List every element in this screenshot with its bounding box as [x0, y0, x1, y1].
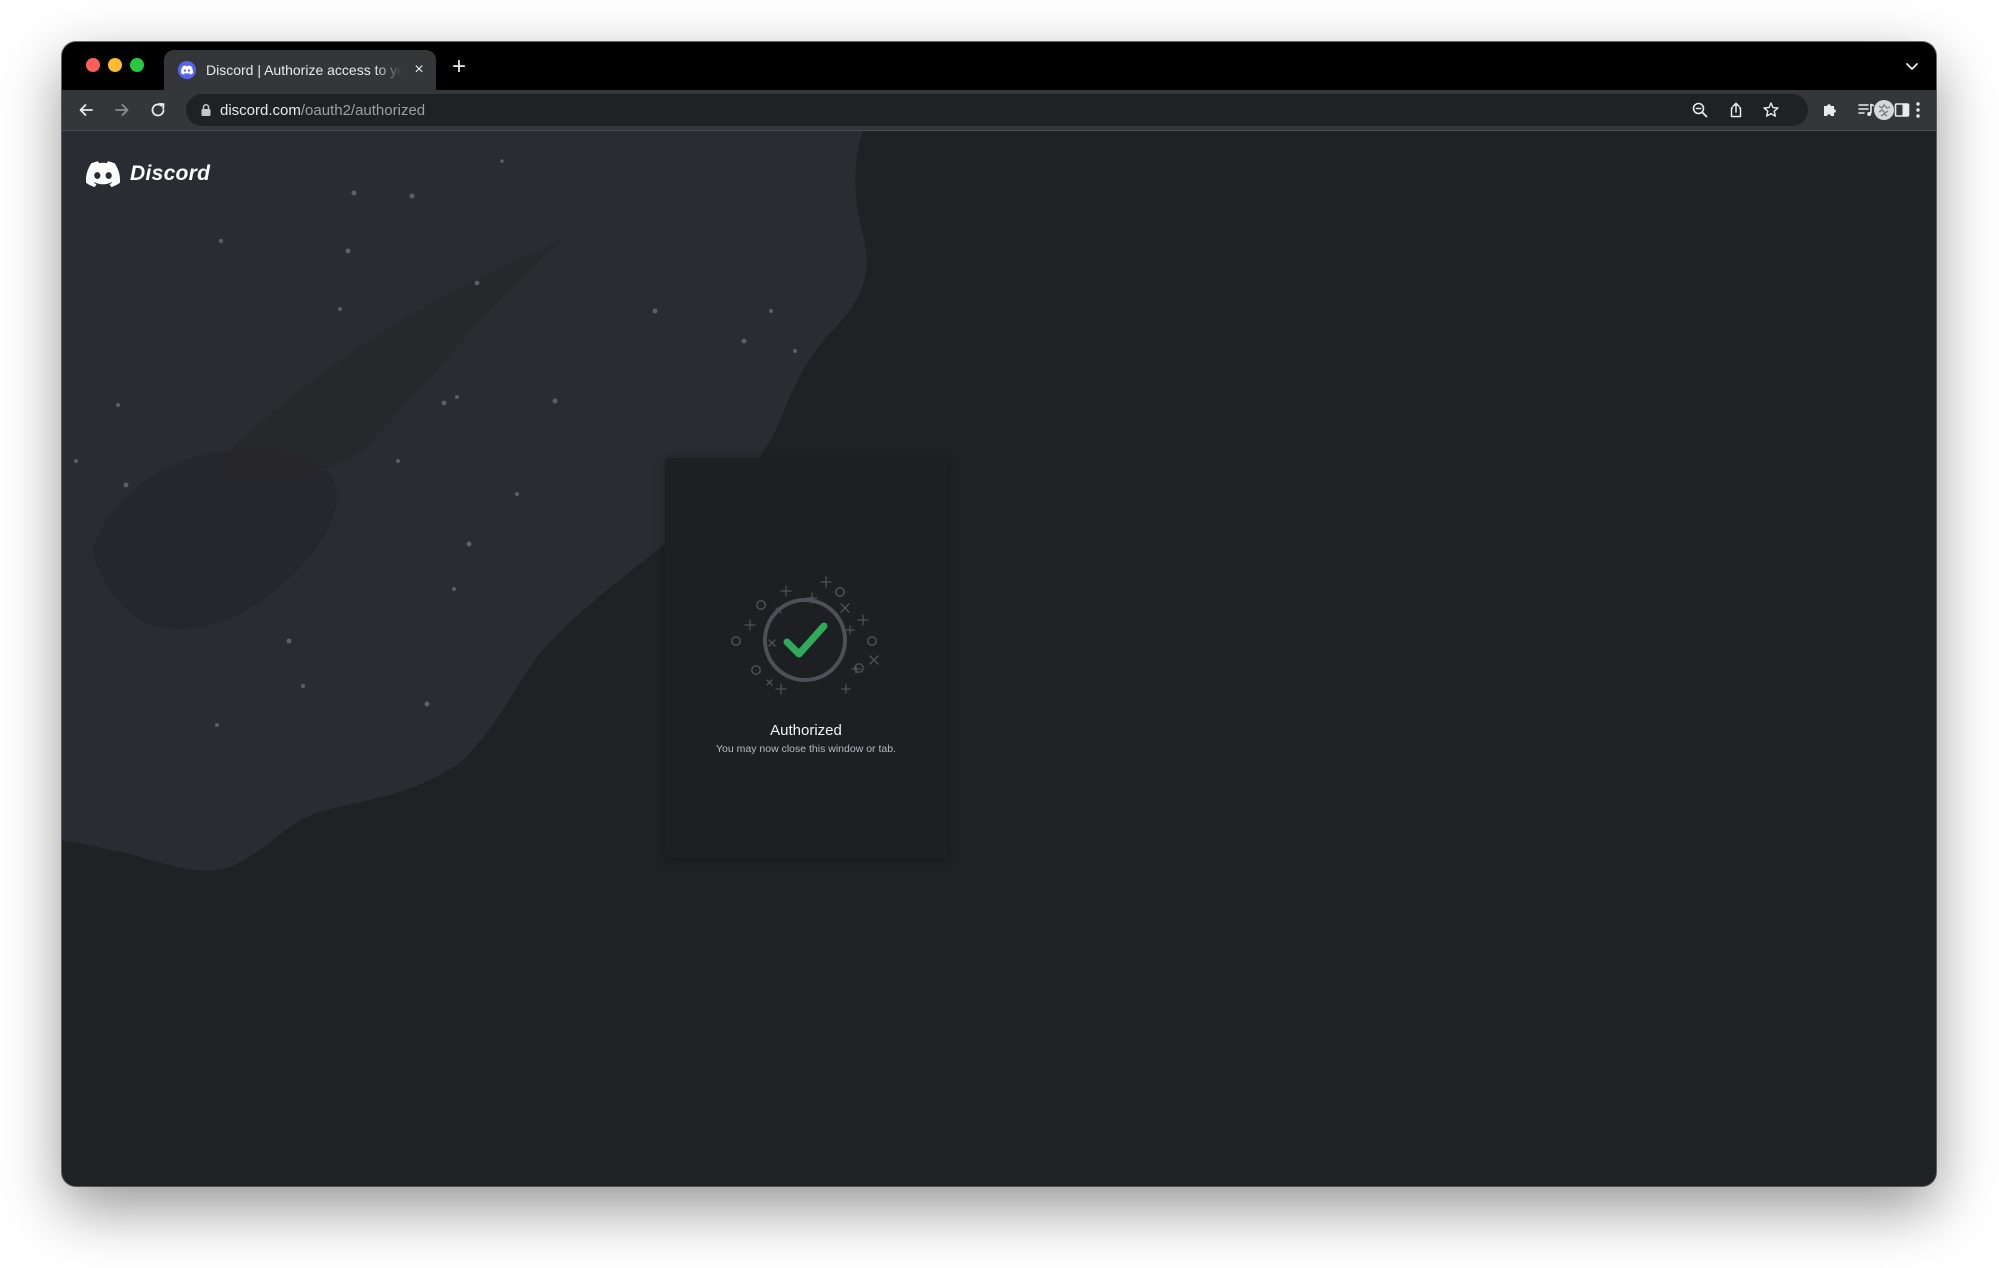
forward-arrow-icon[interactable]	[110, 98, 134, 122]
tab-title: Discord | Authorize access to your accou…	[206, 62, 402, 78]
back-arrow-icon[interactable]	[74, 98, 98, 122]
authorized-subtitle: You may now close this window or tab.	[716, 743, 896, 755]
new-tab-button[interactable]: +	[447, 55, 471, 80]
url-path: /oauth2/authorized	[300, 102, 426, 119]
reload-icon[interactable]	[146, 98, 170, 122]
url-host: discord.com	[220, 102, 301, 119]
checkmark-icon	[783, 622, 828, 658]
discord-brand[interactable]: Discord	[86, 161, 210, 187]
extensions-puzzle-icon[interactable]	[1818, 98, 1842, 122]
tab-search-chevron-icon[interactable]	[1904, 60, 1920, 74]
address-url[interactable]: discord.com/oauth2/authorized	[220, 102, 425, 119]
close-window-button[interactable]	[86, 58, 100, 72]
share-icon[interactable]	[1726, 100, 1746, 120]
discord-clyde-icon	[86, 161, 120, 187]
close-tab-icon[interactable]: ×	[410, 61, 428, 79]
tab-strip: Discord | Authorize access to your accou…	[62, 42, 1936, 90]
zoom-window-button[interactable]	[130, 58, 144, 72]
authorized-title: Authorized	[770, 722, 842, 739]
browser-toolbar: discord.com/oauth2/authorized	[62, 90, 1936, 131]
browser-window: Discord | Authorize access to your accou…	[62, 42, 1936, 1186]
address-bar[interactable]: discord.com/oauth2/authorized	[186, 94, 1808, 126]
background-artwork	[62, 131, 867, 871]
discord-icon	[178, 61, 196, 79]
lock-icon[interactable]	[200, 103, 212, 117]
brand-name: Discord	[130, 162, 211, 185]
success-illustration	[731, 576, 879, 695]
bookmark-star-icon[interactable]	[1761, 100, 1781, 120]
profile-avatar-icon[interactable]	[1872, 98, 1896, 122]
zoom-icon[interactable]	[1690, 100, 1710, 120]
minimize-window-button[interactable]	[108, 58, 122, 72]
browser-tab-active[interactable]: Discord | Authorize access to your accou…	[164, 50, 436, 90]
kebab-menu-icon[interactable]	[1906, 98, 1930, 122]
page-content: Discord Authorized You may now close thi…	[62, 131, 1936, 1186]
authorized-card: Authorized You may now close this window…	[665, 458, 947, 858]
